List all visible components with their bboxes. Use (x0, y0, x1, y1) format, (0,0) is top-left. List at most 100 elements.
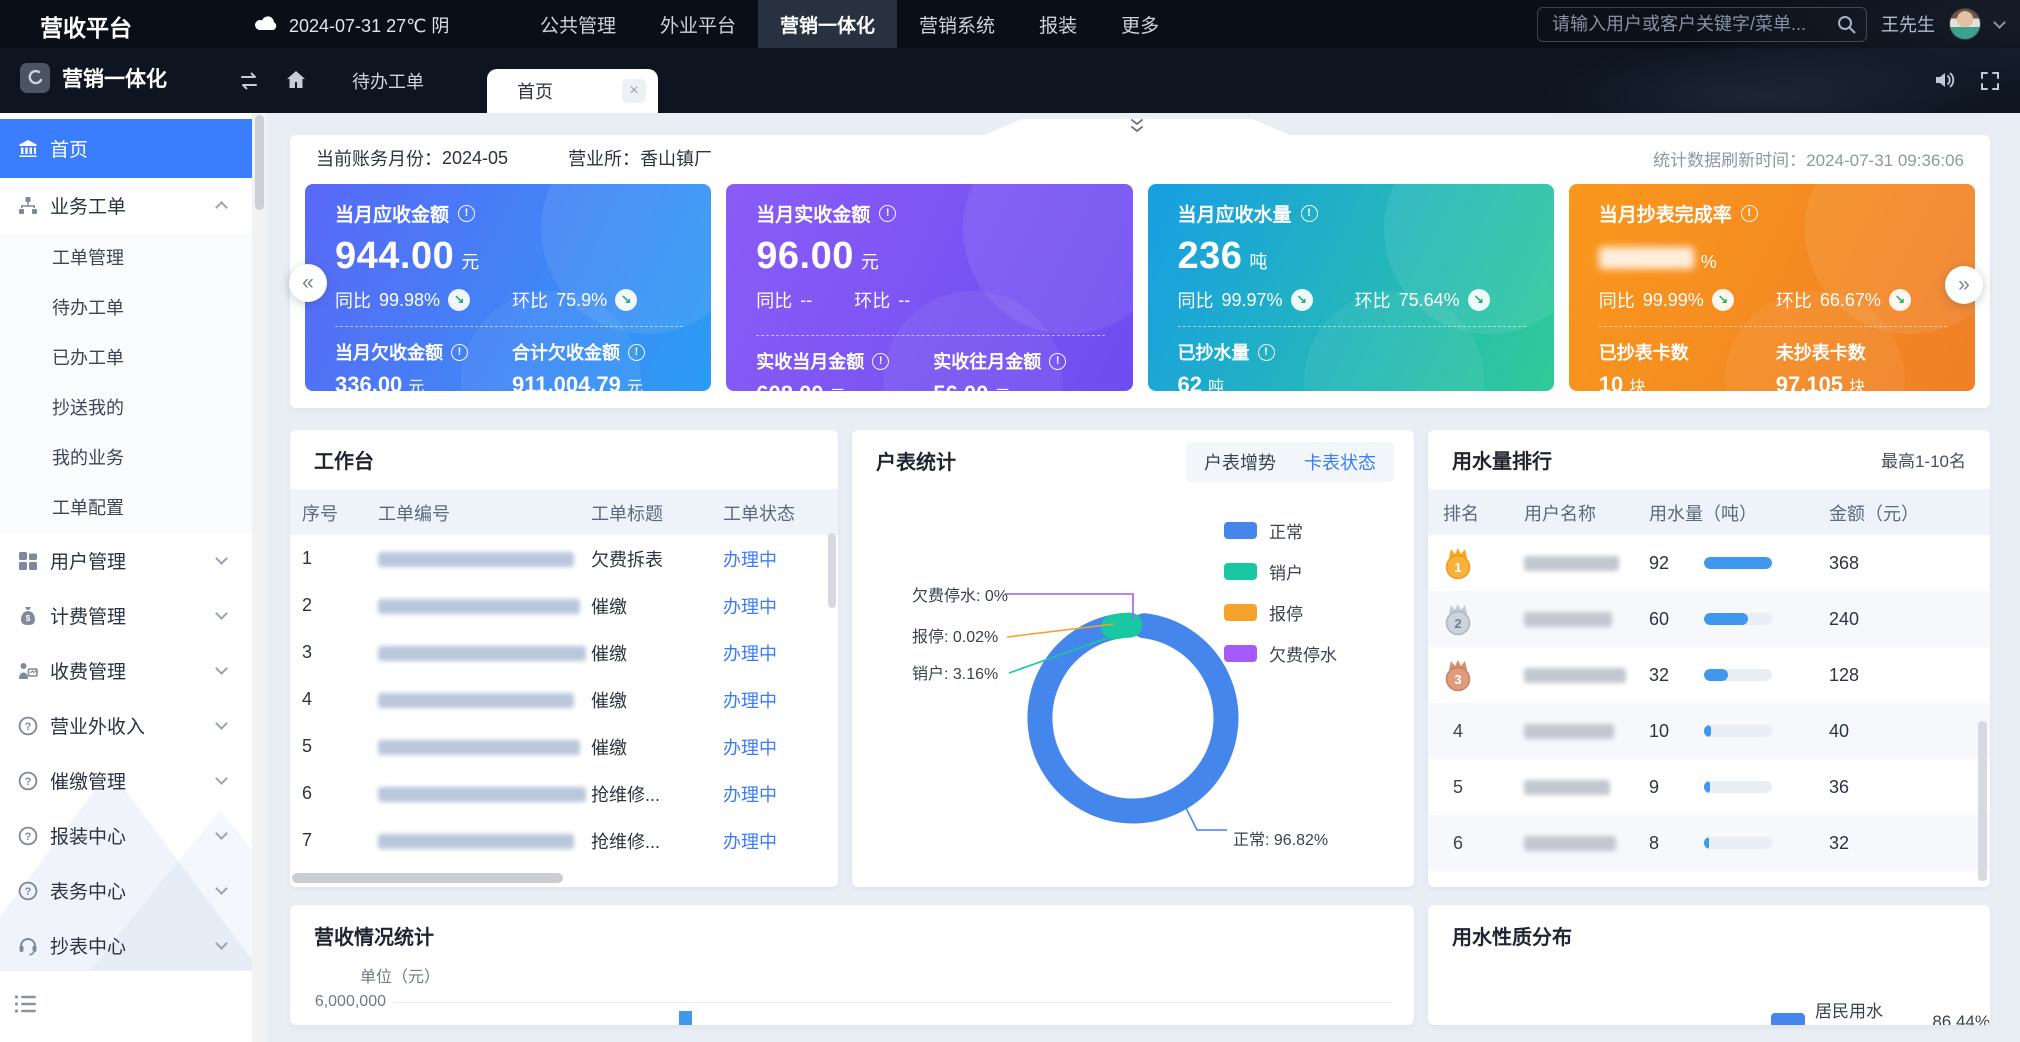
table-row[interactable]: 7 (1428, 871, 1990, 887)
switch-module-icon[interactable] (237, 71, 261, 96)
table-row[interactable]: 3催缴办理中 (290, 629, 838, 676)
sidebar-item-non-operating-income[interactable]: ?营业外收入 (0, 698, 252, 753)
table-row[interactable]: 260240 (1428, 591, 1990, 647)
user-name-redacted (1524, 721, 1649, 742)
collapse-stats-button[interactable] (982, 119, 1292, 136)
tab-home[interactable]: 首页 × (487, 69, 658, 113)
order-status-link[interactable]: 办理中 (723, 687, 838, 713)
scrollbar-thumb[interactable] (255, 115, 264, 210)
chevron-down-icon (215, 552, 228, 565)
module-tab-bar: 营销一体化 待办工单 首页 × (0, 48, 2020, 113)
ranking-range-label: 最高1-10名 (1881, 447, 1966, 472)
table-row[interactable]: 6832 (1428, 815, 1990, 871)
order-status-link[interactable]: 办理中 (723, 734, 838, 760)
gridline (394, 1002, 1392, 1003)
sidebar-item-billing-mgmt[interactable]: $计费管理 (0, 588, 252, 643)
sidebar-item-home[interactable]: 首页 (0, 119, 252, 178)
table-row[interactable]: 192368 (1428, 535, 1990, 591)
menu-list-icon[interactable] (14, 994, 38, 1019)
donut-slice-normal[interactable] (1040, 626, 1226, 811)
vertical-scrollbar-thumb[interactable] (1978, 721, 1987, 881)
sidebar-subitem-done-orders[interactable]: 已办工单 (0, 333, 252, 383)
column-header: 工单标题 (591, 500, 723, 526)
table-row[interactable]: 2催缴办理中 (290, 582, 838, 629)
info-icon[interactable]: ! (451, 344, 468, 361)
table-row[interactable]: 1欠费拆表办理中 (290, 535, 838, 582)
chevron-down-icon[interactable] (1993, 16, 2006, 29)
info-icon[interactable]: ! (879, 205, 896, 222)
app-logo: 营收平台 (40, 9, 132, 43)
table-row[interactable]: 41040 (1428, 703, 1990, 759)
table-row[interactable]: 4催缴办理中 (290, 676, 838, 723)
redacted-text (1524, 836, 1616, 851)
tab-label: 首页 (517, 78, 553, 104)
avatar[interactable] (1949, 8, 1981, 40)
sidebar-subitem-my-business[interactable]: 我的业务 (0, 433, 252, 483)
table-row[interactable]: 7抢维修...办理中 (290, 817, 838, 864)
table-row[interactable]: 5936 (1428, 759, 1990, 815)
info-icon[interactable]: ! (1049, 353, 1066, 370)
order-seq: 6 (302, 783, 378, 804)
home-icon[interactable] (285, 69, 307, 96)
order-title: 催缴 (591, 687, 723, 713)
sidebar-subitem-order-config[interactable]: 工单配置 (0, 483, 252, 533)
search-icon[interactable] (1836, 14, 1857, 40)
info-icon[interactable]: ! (1258, 344, 1275, 361)
info-icon[interactable]: ! (628, 344, 645, 361)
sidebar-scrollbar[interactable] (252, 113, 267, 1042)
carousel-next-button[interactable]: » (1945, 266, 1983, 304)
usage-bar (1704, 669, 1784, 681)
horizontal-scrollbar-thumb[interactable] (292, 873, 563, 883)
order-status-link[interactable]: 办理中 (723, 593, 838, 619)
sidebar-item-label: 业务工单 (50, 192, 126, 219)
column-header: 用户名称 (1524, 500, 1649, 526)
bar-chart-bar[interactable] (679, 1011, 692, 1025)
sidebar-subitem-order-mgmt[interactable]: 工单管理 (0, 233, 252, 283)
fullscreen-icon[interactable] (1980, 71, 2000, 96)
sidebar-subitem-cc-to-me[interactable]: 抄送我的 (0, 383, 252, 433)
tab-todo-orders[interactable]: 待办工单 (352, 48, 424, 113)
info-icon[interactable]: ! (1301, 205, 1318, 222)
sidebar-item-user-mgmt[interactable]: 用户管理 (0, 533, 252, 588)
cloud-icon (253, 15, 279, 36)
donut-slice-closed[interactable] (1114, 625, 1130, 627)
vertical-scrollbar-thumb[interactable] (828, 533, 836, 608)
info-icon[interactable]: ! (1741, 205, 1758, 222)
table-row[interactable]: 332128 (1428, 647, 1990, 703)
sidebar-item-charging-mgmt[interactable]: 收费管理 (0, 643, 252, 698)
redacted-text (378, 552, 574, 567)
callout-closed: 销户: 3.16% (912, 660, 998, 684)
legend-value: 86.44% (1932, 1012, 1990, 1025)
order-status-link[interactable]: 办理中 (723, 546, 838, 572)
kpi-substat: 合计欠收金额! 911,004.79 元 (512, 339, 689, 391)
sidebar-subitem-todo-orders[interactable]: 待办工单 (0, 283, 252, 333)
user-name[interactable]: 王先生 (1881, 11, 1935, 37)
nav-item-marketing-integration[interactable]: 营销一体化 (758, 0, 897, 48)
nav-item-marketing-system[interactable]: 营销系统 (897, 0, 1017, 48)
info-icon[interactable]: ! (458, 205, 475, 222)
order-status-link[interactable]: 办理中 (723, 781, 838, 807)
order-status-link[interactable]: 办理中 (723, 828, 838, 854)
sidebar-item-meter-reading-center[interactable]: 抄表中心 (0, 918, 252, 973)
nav-item-installation[interactable]: 报装 (1017, 0, 1099, 48)
order-status-link[interactable]: 办理中 (723, 640, 838, 666)
nav-item-more[interactable]: 更多 (1099, 0, 1181, 48)
user-name-redacted (1524, 553, 1649, 574)
table-row[interactable]: 6抢维修...办理中 (290, 770, 838, 817)
search-input[interactable] (1537, 7, 1867, 42)
sidebar-item-work-orders[interactable]: 业务工单 (0, 178, 252, 233)
sidebar-item-meter-center[interactable]: ?表务中心 (0, 863, 252, 918)
overview-panel: 当前账务月份： 2024-05 营业所： 香山镇厂 统计数据刷新时间：2024-… (290, 135, 1990, 408)
kpi-compare: 同比99.97%↘ 环比75.64%↘ (1178, 287, 1554, 313)
sidebar-item-installation-center[interactable]: ?报装中心 (0, 808, 252, 863)
carousel-prev-button[interactable]: « (289, 264, 327, 302)
close-icon[interactable]: × (622, 79, 646, 103)
speaker-icon[interactable] (1934, 70, 1956, 95)
table-row[interactable]: 5催缴办理中 (290, 723, 838, 770)
pie-legend-item[interactable]: 居民用水（生... 86.44% (1771, 997, 1990, 1025)
order-no-redacted (378, 548, 591, 569)
nav-item-field-platform[interactable]: 外业平台 (638, 0, 758, 48)
sidebar-item-collection-mgmt[interactable]: ?催缴管理 (0, 753, 252, 808)
nav-item-public-mgmt[interactable]: 公共管理 (518, 0, 638, 48)
info-icon[interactable]: ! (872, 353, 889, 370)
